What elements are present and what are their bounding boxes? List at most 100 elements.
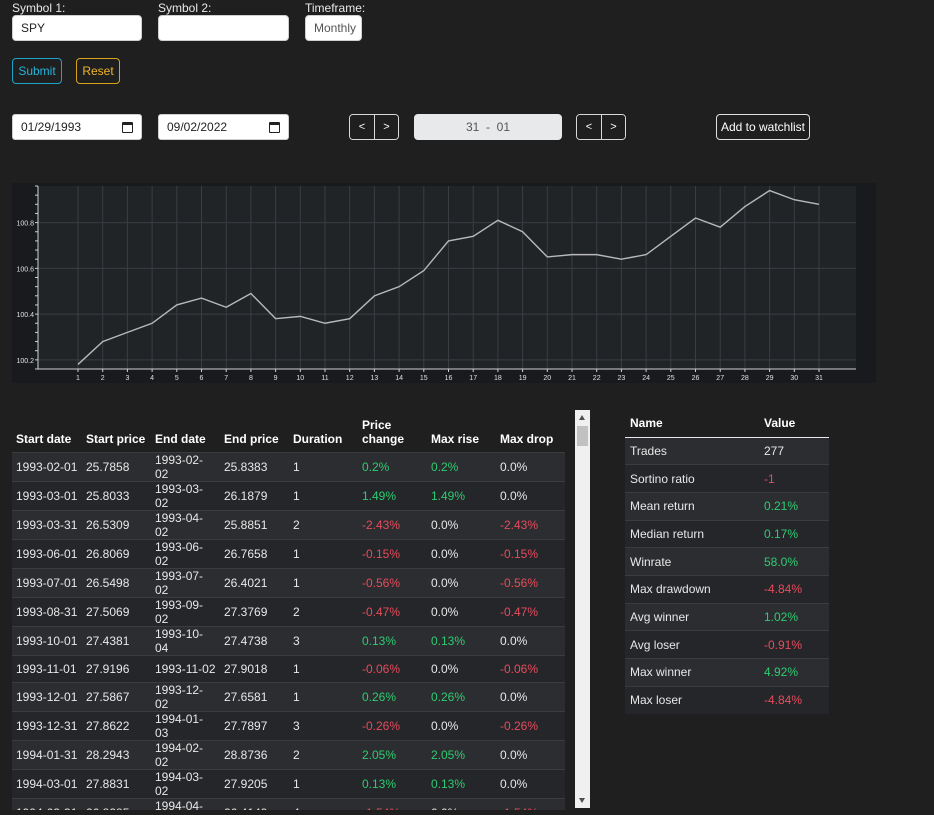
stats-row: Avg loser -0.91% [625, 630, 829, 659]
trade-cell: 26.8069 [82, 538, 151, 568]
stats-table: Name Value Trades 277 Sortino ratio -1 Mean r… [625, 410, 829, 714]
trade-cell: -0.26% [358, 711, 427, 741]
trade-cell: -0.06% [358, 654, 427, 683]
trade-cell: 1 [289, 567, 358, 597]
x-tick-label: 5 [175, 375, 179, 382]
symbol1-label: Symbol 1: [12, 1, 66, 15]
trades-header-cell: Start date [16, 431, 72, 446]
trade-cell: 27.4738 [220, 625, 289, 655]
x-tick-label: 25 [667, 375, 675, 382]
trade-cell: -0.47% [496, 596, 565, 626]
x-tick-label: 19 [519, 375, 527, 382]
trade-cell: 25.7858 [82, 451, 151, 481]
submit-button[interactable]: Submit [12, 58, 62, 84]
trade-cell: 0.0% [427, 654, 496, 683]
x-tick-label: 1 [76, 375, 80, 382]
stat-value: 58.0% [759, 547, 829, 576]
scroll-down-icon[interactable] [579, 798, 585, 803]
trade-cell: 1 [289, 451, 358, 481]
trade-cell: 26.7658 [220, 538, 289, 568]
trade-cell: 27.8831 [82, 769, 151, 799]
trade-cell: 1994-02-02 [151, 740, 220, 770]
stat-value: 1.02% [759, 602, 829, 631]
trade-cell: 25.8851 [220, 509, 289, 539]
trade-cell: 0.26% [358, 682, 427, 712]
trade-cell: 0.0% [427, 596, 496, 626]
trade-cell: 0.13% [427, 769, 496, 799]
scroll-thumb[interactable] [577, 426, 588, 446]
trade-cell: -1.54% [496, 798, 565, 810]
end-nav-group: < > [576, 114, 626, 140]
stats-row: Max drawdown -4.84% [625, 574, 829, 604]
x-tick-label: 21 [568, 375, 576, 382]
trade-cell: 1993-07-01 [12, 567, 82, 597]
stats-row: Median return 0.17% [625, 519, 829, 548]
x-tick-label: 9 [274, 375, 278, 382]
trade-cell: 27.3769 [220, 596, 289, 626]
trade-cell: 0.0% [496, 451, 565, 481]
trade-cell: 1993-11-01 [12, 654, 82, 683]
end-prev-button[interactable]: < [577, 115, 601, 139]
trade-cell: 1993-09-02 [151, 596, 220, 626]
trade-cell: 0.13% [427, 625, 496, 655]
stats-row: Avg winner 1.02% [625, 602, 829, 631]
trade-cell: 0.0% [427, 711, 496, 741]
y-tick-label: 100.8 [16, 221, 34, 228]
x-tick-label: 17 [469, 375, 477, 382]
x-tick-label: 12 [346, 375, 354, 382]
x-tick-label: 2 [101, 375, 105, 382]
start-prev-button[interactable]: < [350, 115, 374, 139]
x-tick-label: 23 [618, 375, 626, 382]
add-to-watchlist-button[interactable]: Add to watchlist [716, 114, 810, 140]
trade-cell: 1.49% [358, 480, 427, 510]
trades-header-cell: Price change [362, 417, 405, 446]
trade-cell: 4 [289, 798, 358, 810]
trade-cell: 1993-03-02 [151, 480, 220, 510]
trades-header-cell: Max rise [431, 431, 480, 446]
end-date-input[interactable]: 09/02/2022 [158, 114, 289, 140]
trade-cell: 26.1879 [220, 480, 289, 510]
trade-cell: 25.8033 [82, 480, 151, 510]
stats-header-cell: Name [625, 410, 759, 438]
stats-row: Trades 277 [625, 436, 829, 465]
trade-cell: 1994-04-04 [151, 798, 220, 810]
start-next-button[interactable]: > [374, 115, 398, 139]
stat-value: 0.17% [759, 519, 829, 548]
trade-row: 1994-01-31 28.2943 1994-02-02 28.8736 2 2.05%… [12, 740, 565, 770]
trades-header-cell: End date [155, 431, 206, 446]
trade-cell: 1993-11-02 [151, 654, 220, 683]
x-tick-label: 13 [371, 375, 379, 382]
trade-cell: 1993-06-02 [151, 538, 220, 568]
y-tick-label: 100.4 [16, 312, 34, 319]
trade-cell: 1993-12-01 [12, 682, 82, 712]
y-tick-label: 100.6 [16, 266, 34, 273]
calendar-icon[interactable] [122, 121, 133, 133]
calendar-icon[interactable] [269, 121, 280, 133]
symbol2-input[interactable] [158, 15, 289, 41]
x-tick-label: 30 [790, 375, 798, 382]
end-next-button[interactable]: > [601, 115, 625, 139]
plot-area [38, 186, 856, 369]
trade-cell: 27.8622 [82, 711, 151, 741]
stat-value: -1 [759, 464, 829, 493]
trade-cell: -0.06% [496, 654, 565, 683]
trade-row: 1993-06-01 26.8069 1993-06-02 26.7658 1 -0.15… [12, 538, 565, 568]
stat-name: Trades [625, 436, 759, 465]
trade-cell: -0.56% [358, 567, 427, 597]
scroll-up-icon[interactable] [579, 415, 585, 420]
trades-scrollbar[interactable] [575, 410, 590, 808]
timeframe-select[interactable]: Monthly [305, 15, 362, 41]
x-tick-label: 8 [249, 375, 253, 382]
trade-cell: 1993-02-02 [151, 451, 220, 481]
trade-cell: 1993-04-02 [151, 509, 220, 539]
chart-svg: 100.2100.4100.6100.81 2 3 4 5 6 7 8 9 10 11 12 13 14 1… [16, 185, 856, 382]
reset-button[interactable]: Reset [76, 58, 120, 84]
trade-cell: 1993-08-31 [12, 596, 82, 626]
start-date-input[interactable]: 01/29/1993 [12, 114, 142, 140]
symbol1-input[interactable]: SPY [12, 15, 142, 41]
trade-cell: 1993-12-02 [151, 682, 220, 712]
trade-cell: -0.47% [358, 596, 427, 626]
trades-table-container[interactable]: Start date Start price End date End price Du… [12, 410, 590, 810]
trade-cell: 27.9205 [220, 769, 289, 799]
x-tick-label: 10 [296, 375, 304, 382]
